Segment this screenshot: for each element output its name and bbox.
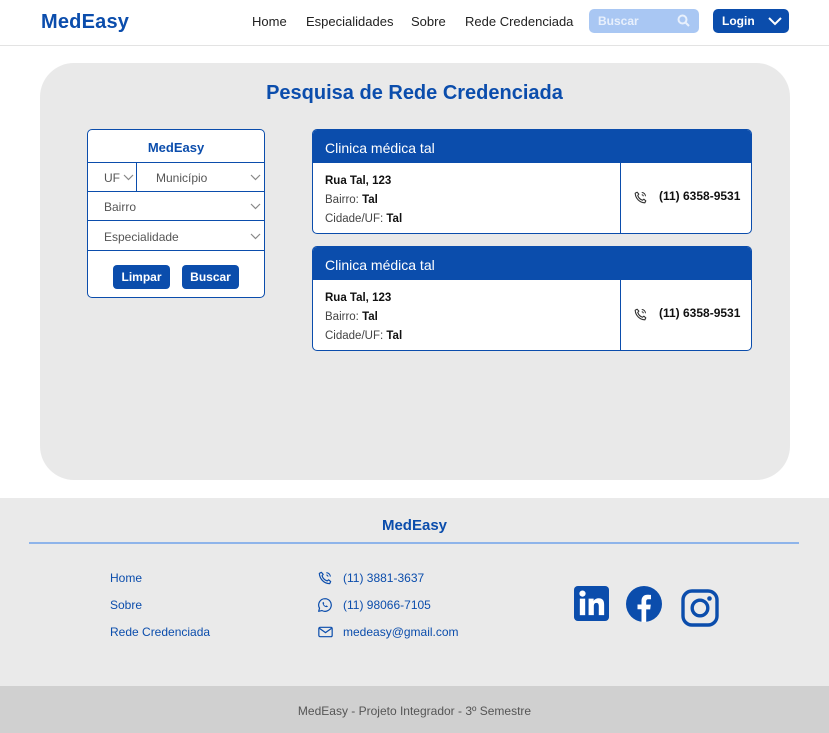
login-button[interactable]: Login: [713, 9, 789, 33]
search-input[interactable]: Buscar: [589, 9, 699, 33]
municipio-select[interactable]: Município: [137, 163, 264, 191]
clinic-street: Rua Tal, 123: [325, 175, 392, 187]
especialidade-select[interactable]: Especialidade: [88, 221, 264, 251]
chevron-down-icon: [250, 203, 261, 210]
chevron-down-icon: [250, 233, 261, 240]
chevron-down-icon: [123, 174, 134, 181]
filter-title: MedEasy: [88, 130, 264, 163]
nav-especialidades[interactable]: Especialidades: [306, 14, 393, 29]
bairro-select-inner: Bairro: [88, 192, 264, 220]
copyright-bar: MedEasy - Projeto Integrador - 3º Semest…: [0, 686, 829, 733]
uf-label: UF: [104, 171, 120, 185]
clinic-phone-number: (11) 6358-9531: [659, 189, 741, 203]
copyright-text: MedEasy - Projeto Integrador - 3º Semest…: [297, 704, 532, 718]
clinic-address: Rua Tal, 123 Bairro: Tal Cidade/UF: Tal: [325, 172, 402, 229]
filter-box: MedEasy UF Município Bairro Especialidad…: [87, 129, 265, 298]
search-icon[interactable]: [677, 14, 690, 27]
card-divider: [620, 280, 621, 350]
footer-link-sobre[interactable]: Sobre: [110, 598, 142, 612]
especialidade-select-inner: Especialidade: [88, 221, 264, 250]
facebook-icon[interactable]: [626, 586, 662, 622]
especialidade-label: Especialidade: [104, 230, 179, 244]
footer-email-address: medeasy@gmail.com: [343, 625, 459, 639]
clinic-city: Tal: [386, 213, 403, 225]
bairro-caption: Bairro:: [325, 311, 359, 323]
login-label: Login: [722, 14, 755, 28]
clinic-bairro: Tal: [362, 311, 378, 323]
clinic-name: Clinica médica tal: [313, 130, 751, 163]
footer-whatsapp-number: (11) 98066-7105: [343, 598, 431, 612]
clinic-address: Rua Tal, 123 Bairro: Tal Cidade/UF: Tal: [325, 289, 402, 346]
footer-phone-number: (11) 3881-3637: [343, 571, 425, 585]
logo[interactable]: MedEasy: [41, 11, 129, 34]
city-caption: Cidade/UF:: [325, 330, 384, 342]
footer-link-home[interactable]: Home: [110, 571, 142, 585]
search-placeholder: Buscar: [598, 14, 639, 28]
clinic-name: Clinica médica tal: [313, 247, 751, 280]
footer-logo: MedEasy: [381, 517, 448, 534]
bairro-label: Bairro: [104, 200, 137, 214]
header: MedEasy Home Especialidades Sobre Rede C…: [0, 0, 829, 46]
chevron-down-icon: [768, 17, 782, 26]
footer-link-rede-credenciada[interactable]: Rede Credenciada: [110, 625, 210, 639]
phone-icon: [634, 308, 647, 321]
bairro-select[interactable]: Bairro: [88, 192, 264, 221]
municipio-label: Município: [156, 171, 208, 185]
city-caption: Cidade/UF:: [325, 213, 384, 225]
instagram-icon[interactable]: [681, 589, 719, 627]
chevron-down-icon: [250, 174, 261, 181]
card-divider: [620, 163, 621, 233]
filter-row-location: UF Município: [88, 163, 264, 192]
clinic-city: Tal: [386, 330, 403, 342]
uf-select[interactable]: UF: [88, 163, 137, 191]
whatsapp-icon: [318, 598, 332, 612]
clear-button[interactable]: Limpar: [113, 265, 170, 289]
phone-icon: [634, 191, 647, 204]
result-card[interactable]: Clinica médica tal Rua Tal, 123 Bairro: …: [312, 246, 752, 351]
page-title: Pesquisa de Rede Credenciada: [266, 82, 563, 104]
linkedin-icon[interactable]: [574, 586, 609, 621]
nav-home[interactable]: Home: [252, 14, 287, 29]
clinic-bairro: Tal: [362, 194, 378, 206]
phone-icon: [318, 571, 332, 585]
nav-sobre[interactable]: Sobre: [411, 14, 446, 29]
footer: MedEasy Home Sobre Rede Credenciada (11)…: [0, 498, 829, 686]
clinic-street: Rua Tal, 123: [325, 292, 392, 304]
clinic-phone-number: (11) 6358-9531: [659, 306, 741, 320]
filter-search-button[interactable]: Buscar: [182, 265, 239, 289]
mail-icon: [318, 626, 333, 638]
bairro-caption: Bairro:: [325, 194, 359, 206]
result-card[interactable]: Clinica médica tal Rua Tal, 123 Bairro: …: [312, 129, 752, 234]
footer-divider: [29, 542, 799, 544]
nav-rede-credenciada[interactable]: Rede Credenciada: [465, 14, 573, 29]
